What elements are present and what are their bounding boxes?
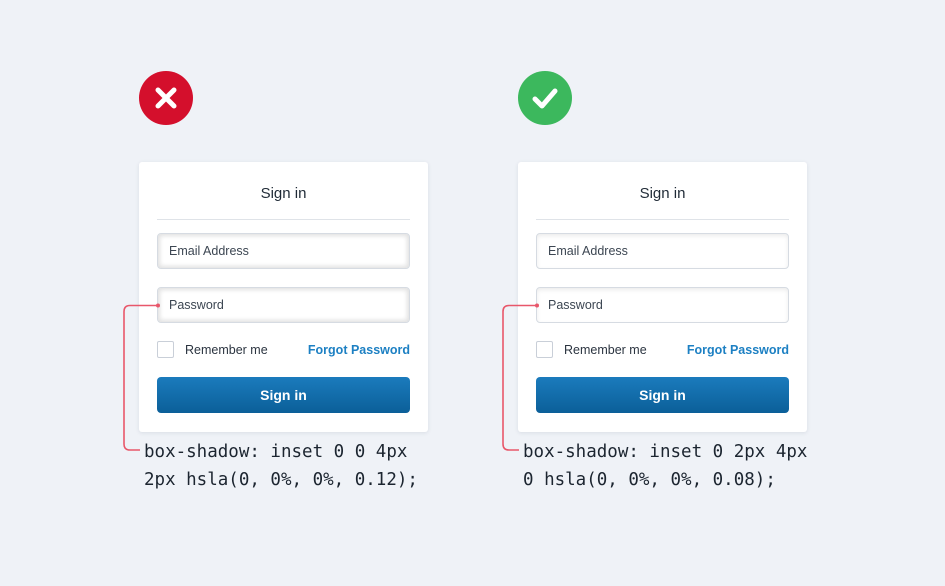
good-example-panel: Sign in Email Address Password Remember …	[379, 0, 851, 586]
remember-me-label: Remember me	[185, 343, 268, 357]
divider	[157, 219, 410, 220]
forgot-password-link[interactable]: Forgot Password	[687, 343, 789, 357]
email-field[interactable]: Email Address	[536, 233, 789, 269]
callout-connector	[123, 303, 160, 451]
callout-connector	[502, 303, 539, 451]
sign-in-card: Sign in Email Address Password Remember …	[518, 162, 807, 432]
code-line-2: 0 hsla(0, 0%, 0%, 0.08);	[523, 470, 776, 490]
card-title: Sign in	[639, 185, 686, 202]
close-x-icon	[139, 71, 193, 125]
sign-in-button[interactable]: Sign in	[536, 377, 789, 413]
password-field[interactable]: Password	[536, 287, 789, 323]
password-field[interactable]: Password	[157, 287, 410, 323]
remember-me-label: Remember me	[564, 343, 647, 357]
checkmark-icon	[518, 71, 572, 125]
sign-in-button[interactable]: Sign in	[157, 377, 410, 413]
code-annotation: box-shadow: inset 0 0 4px 2px hsla(0, 0%…	[144, 438, 418, 494]
code-line-1: box-shadow: inset 0 2px 4px	[523, 442, 808, 462]
email-field[interactable]: Email Address	[157, 233, 410, 269]
code-line-2: 2px hsla(0, 0%, 0%, 0.12);	[144, 470, 418, 490]
code-annotation: box-shadow: inset 0 2px 4px 0 hsla(0, 0%…	[523, 438, 807, 494]
code-line-1: box-shadow: inset 0 0 4px	[144, 442, 408, 462]
divider	[536, 219, 789, 220]
